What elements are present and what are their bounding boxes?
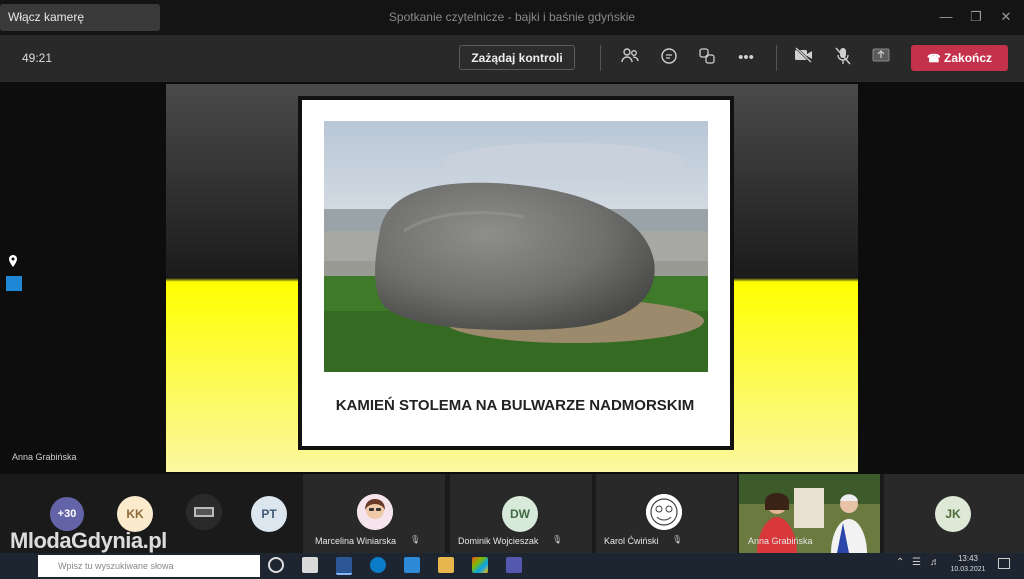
- more-options-icon[interactable]: •••: [735, 47, 757, 69]
- divider: [600, 45, 601, 71]
- mic-muted-icon: 🎙: [410, 535, 421, 544]
- more-participants-badge[interactable]: +30: [50, 497, 84, 531]
- minimize-icon[interactable]: —: [937, 8, 955, 26]
- pin-icon[interactable]: [8, 254, 18, 267]
- participant-name: Dominik Wojcieszak: [458, 536, 539, 546]
- avatar-initials: JK: [945, 507, 961, 521]
- edge-icon[interactable]: [370, 557, 386, 573]
- avatar-photo: [357, 494, 393, 530]
- chevron-up-icon[interactable]: ⌃: [896, 557, 904, 568]
- maximize-icon[interactable]: ❐: [967, 8, 985, 26]
- network-icon[interactable]: ☰: [912, 557, 921, 568]
- side-panel-marker[interactable]: [6, 276, 22, 291]
- taskbar-clock-date[interactable]: 10.03.2021: [944, 566, 992, 573]
- avatar-photo: [646, 494, 682, 530]
- avatar[interactable]: PT: [251, 496, 287, 532]
- avatar: JK: [935, 496, 971, 532]
- end-call-button[interactable]: ☎ Zakończ: [911, 45, 1008, 71]
- camera-toggle-tab[interactable]: Włącz kamerę (Ctrl+Shift+O): [0, 4, 160, 51]
- watermark-text: MlodaGdynia.pl: [10, 528, 167, 553]
- mail-icon[interactable]: [404, 557, 420, 573]
- participants-icon[interactable]: [619, 47, 641, 69]
- share-screen-icon[interactable]: [870, 47, 892, 69]
- avatar-photo[interactable]: [186, 494, 222, 530]
- watermark-logo: MlodaGdynia.pl: [10, 528, 167, 554]
- office-app-icon[interactable]: [472, 557, 488, 573]
- avatar[interactable]: KK: [117, 496, 153, 532]
- word-icon[interactable]: [336, 557, 352, 575]
- breakout-rooms-icon[interactable]: [696, 47, 718, 69]
- teams-icon[interactable]: [506, 557, 522, 573]
- taskbar-search-input[interactable]: Wpisz tu wyszukiwane słowa: [38, 555, 260, 577]
- taskbar-clock-time[interactable]: 13:43: [950, 554, 986, 563]
- presenter-name: Anna Grabińska: [12, 452, 77, 462]
- participant-name: Karol Ćwiński: [604, 536, 659, 546]
- notifications-icon[interactable]: [998, 558, 1010, 569]
- slide-caption: KAMIEŃ STOLEMA NA BULWARZE NADMORSKIM: [335, 397, 695, 414]
- store-icon[interactable]: [302, 557, 318, 573]
- avatar: DW: [502, 496, 538, 532]
- avatar-initials: KK: [126, 507, 144, 521]
- end-call-label: Zakończ: [944, 51, 993, 65]
- meeting-timer: 49:21: [22, 51, 53, 65]
- camera-off-icon[interactable]: [793, 47, 815, 69]
- mic-muted-icon: 🎙: [552, 535, 563, 544]
- mic-muted-icon: 🎙: [672, 535, 683, 544]
- phone-hangup-icon: ☎: [926, 53, 941, 65]
- boulder-photo: [324, 121, 708, 372]
- divider: [776, 45, 777, 71]
- participant-name: Marcelina Winiarska: [315, 536, 397, 546]
- participant-name: Anna Grabińska: [748, 536, 813, 546]
- close-icon[interactable]: ✕: [997, 8, 1015, 26]
- task-view-icon[interactable]: [268, 557, 284, 573]
- volume-icon[interactable]: ♬: [930, 557, 940, 568]
- avatar-initials: PT: [261, 507, 277, 521]
- avatar-initials: DW: [510, 507, 530, 521]
- mic-muted-icon[interactable]: [832, 47, 854, 69]
- file-explorer-icon[interactable]: [438, 557, 454, 573]
- chat-icon[interactable]: [658, 47, 680, 69]
- request-control-button[interactable]: Zażądaj kontroli: [459, 45, 575, 70]
